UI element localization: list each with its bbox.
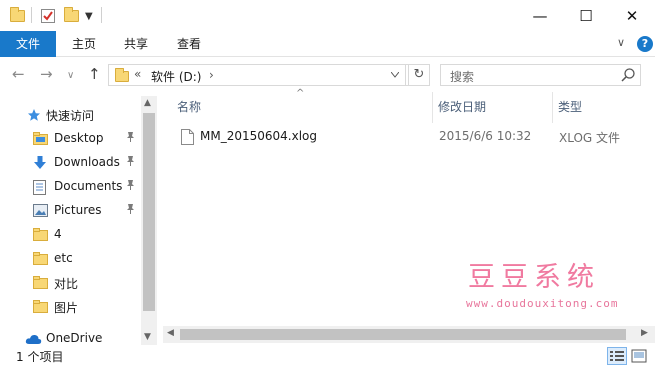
sidebar-item-label: OneDrive: [46, 331, 103, 345]
tab-home[interactable]: 主页: [62, 31, 106, 57]
tab-view[interactable]: 查看: [167, 31, 211, 57]
address-row: ← → ∨ ↑ « 软件 (D:) › ↻ 搜索: [0, 57, 655, 92]
scrollbar-thumb[interactable]: [143, 113, 155, 311]
title-separator: [101, 7, 102, 23]
maximize-button[interactable]: ☐: [563, 0, 609, 31]
sidebar-item-desktop[interactable]: Desktop: [0, 127, 141, 151]
sidebar-item-label: Downloads: [54, 155, 120, 169]
folder-icon: [33, 228, 48, 241]
sidebar-item-images[interactable]: 图片: [0, 295, 141, 319]
sidebar-item-label: Pictures: [54, 203, 102, 217]
sidebar-item-documents[interactable]: Documents: [0, 175, 141, 199]
title-separator: [31, 7, 32, 23]
scroll-left-icon[interactable]: ◀: [167, 328, 174, 338]
navigation-pane: 快速访问 Desktop Downloads Documents Picture…: [0, 92, 157, 345]
file-name: MM_20150604.xlog: [200, 129, 317, 143]
sidebar-item-4[interactable]: 4: [0, 223, 141, 247]
folder-icon: [33, 252, 48, 265]
customize-quick-access-icon[interactable]: ▼: [85, 7, 93, 25]
table-row[interactable]: MM_20150604.xlog 2015/6/6 10:32 XLOG 文件: [163, 125, 655, 149]
sort-ascending-icon: ^: [296, 88, 305, 99]
address-chevron-icon[interactable]: ›: [209, 68, 214, 82]
window-folder-icon: [10, 7, 25, 25]
sidebar-item-etc[interactable]: etc: [0, 247, 141, 271]
status-bar: 1 个项目: [0, 345, 655, 368]
sidebar-item-label: 对比: [54, 277, 79, 291]
folder-icon: [33, 276, 48, 289]
recent-locations-button[interactable]: ∨: [67, 68, 74, 84]
column-header-type[interactable]: 类型: [558, 92, 582, 123]
address-path[interactable]: 软件 (D:): [151, 68, 201, 85]
ribbon-tabs: 文件 主页 共享 查看 ∨ ?: [0, 31, 655, 57]
sidebar-item-label: Documents: [54, 179, 123, 193]
pin-icon[interactable]: [126, 204, 135, 217]
pin-icon[interactable]: [126, 156, 135, 169]
properties-check-icon[interactable]: [40, 7, 56, 25]
file-type: XLOG 文件: [559, 131, 621, 145]
folder-icon: [115, 68, 129, 82]
address-dropdown-button[interactable]: [384, 64, 406, 86]
sidebar-item-compare[interactable]: 对比: [0, 271, 141, 295]
sidebar-item-label: 快速访问: [46, 109, 95, 123]
tab-share[interactable]: 共享: [114, 31, 158, 57]
up-button[interactable]: ↑: [88, 66, 101, 82]
folder-blue-icon: [33, 132, 48, 145]
search-box[interactable]: 搜索: [440, 64, 641, 86]
details-view-button[interactable]: [607, 347, 627, 365]
close-button[interactable]: ✕: [609, 0, 655, 31]
sidebar-item-label: Desktop: [54, 131, 104, 145]
horizontal-scrollbar[interactable]: ◀ ▶: [163, 326, 655, 343]
sidebar-item-label: 4: [54, 227, 62, 241]
large-icons-view-button[interactable]: [629, 347, 649, 365]
file-icon: [181, 129, 194, 145]
navigation-scrollbar[interactable]: ▲ ▼: [141, 96, 157, 345]
title-bar: ▼ — ☐ ✕: [0, 0, 655, 31]
column-header-name[interactable]: 名称: [177, 92, 201, 123]
back-button[interactable]: ←: [12, 66, 25, 82]
forward-button[interactable]: →: [40, 66, 53, 82]
address-overflow-chevron[interactable]: «: [134, 67, 141, 81]
sidebar-item-pictures[interactable]: Pictures: [0, 199, 141, 223]
search-icon[interactable]: [620, 67, 636, 83]
refresh-button[interactable]: ↻: [408, 64, 430, 86]
scroll-down-icon[interactable]: ▼: [144, 332, 151, 342]
document-icon: [33, 180, 46, 195]
cloud-icon: [25, 334, 42, 344]
folder-icon: [33, 300, 48, 313]
address-bar[interactable]: « 软件 (D:) ›: [108, 64, 409, 86]
scroll-up-icon[interactable]: ▲: [144, 98, 151, 108]
pin-icon[interactable]: [126, 132, 135, 145]
sidebar-item-quick-access[interactable]: 快速访问: [0, 103, 141, 127]
watermark-title: 豆豆系统: [468, 262, 600, 293]
new-folder-icon[interactable]: [64, 7, 79, 25]
help-icon[interactable]: ?: [637, 36, 653, 52]
file-modified: 2015/6/6 10:32: [439, 129, 532, 143]
details-view-icon: [610, 351, 624, 361]
pin-icon[interactable]: [126, 180, 135, 193]
minimize-button[interactable]: —: [517, 0, 563, 31]
scrollbar-thumb[interactable]: [180, 329, 626, 340]
tab-file[interactable]: 文件: [0, 31, 56, 57]
sidebar-item-label: etc: [54, 251, 73, 265]
download-arrow-icon: [34, 156, 46, 169]
column-header-modified[interactable]: 修改日期: [438, 92, 486, 123]
expand-ribbon-icon[interactable]: ∨: [617, 36, 625, 49]
scroll-right-icon[interactable]: ▶: [641, 328, 648, 338]
search-input[interactable]: 搜索: [450, 68, 474, 85]
watermark-url: www.doudouxitong.com: [466, 297, 619, 310]
star-icon: [28, 109, 40, 121]
column-divider[interactable]: [552, 92, 553, 123]
pictures-icon: [33, 204, 48, 217]
sidebar-item-downloads[interactable]: Downloads: [0, 151, 141, 175]
large-icons-view-icon: [631, 349, 647, 363]
sidebar-item-label: 图片: [54, 301, 79, 315]
column-divider[interactable]: [432, 92, 433, 123]
item-count: 1 个项目: [16, 350, 64, 364]
